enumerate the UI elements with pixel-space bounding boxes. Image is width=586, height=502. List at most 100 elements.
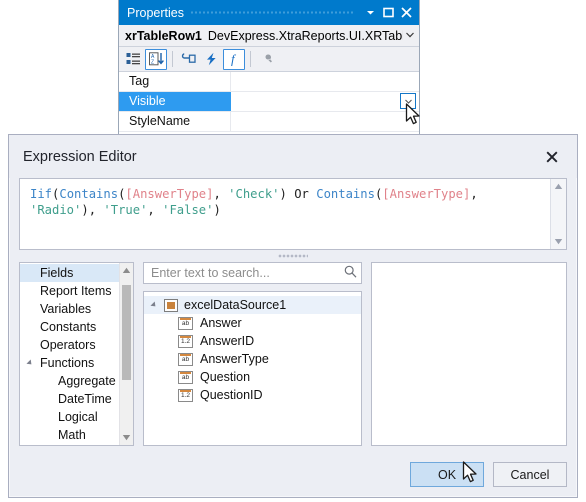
category-item-fields[interactable]: Fields: [20, 264, 119, 282]
expression-token: ,: [147, 203, 163, 217]
expression-scrollbar[interactable]: [550, 179, 566, 249]
editor-panels: Fields Report Items Variables Constants Oper…: [19, 262, 567, 446]
expression-token: Iif: [30, 187, 53, 201]
expression-token: 'False': [162, 203, 214, 217]
toolbar-separator-1: [172, 51, 173, 67]
expression-text[interactable]: Iif(Contains([AnswerType], 'Check') Or C…: [30, 186, 544, 218]
property-value[interactable]: [231, 92, 419, 111]
dialog-titlebar: Expression Editor: [9, 135, 577, 178]
number-field-icon: 1.2: [178, 388, 193, 402]
expression-token: 'True': [103, 203, 148, 217]
category-item-constants[interactable]: Constants: [20, 318, 119, 336]
datasource-icon: [164, 298, 178, 312]
expression-token: ,: [213, 187, 229, 201]
category-item-math[interactable]: Math: [20, 426, 119, 444]
tree-field-label: AnswerID: [200, 334, 255, 348]
tree-field-label: AnswerType: [200, 352, 269, 366]
scroll-down-arrow-icon[interactable]: [551, 234, 566, 249]
search-icon[interactable]: [344, 265, 357, 281]
category-item-datetime[interactable]: DateTime: [20, 390, 119, 408]
string-field-icon: ab: [178, 316, 193, 330]
categories-scroll-down-arrow-icon[interactable]: [120, 430, 133, 445]
category-label: Constants: [40, 320, 97, 334]
property-name: StyleName: [119, 112, 231, 131]
panel-dropdown-icon[interactable]: [361, 3, 379, 23]
ok-button[interactable]: OK: [410, 462, 484, 487]
toolbar-separator-2: [250, 51, 251, 67]
category-item-report-items[interactable]: Report Items: [20, 282, 119, 300]
cancel-button[interactable]: Cancel: [493, 462, 567, 487]
close-icon[interactable]: [541, 146, 563, 168]
categories-list: Fields Report Items Variables Constants Oper…: [20, 263, 119, 445]
expression-token: Contains: [316, 187, 375, 201]
fields-panel: excelDataSource1 ab Answer 1.2 AnswerID ab An…: [143, 262, 362, 446]
tree-field-questionid[interactable]: 1.2 QuestionID: [144, 386, 361, 404]
tree-expander-icon[interactable]: [150, 299, 162, 311]
category-item-functions[interactable]: Functions: [20, 354, 119, 372]
tree-field-answerid[interactable]: 1.2 AnswerID: [144, 332, 361, 350]
property-value[interactable]: [231, 112, 419, 131]
string-field-icon: ab: [178, 370, 193, 384]
category-label: DateTime: [58, 392, 112, 406]
tree-field-label: QuestionID: [200, 388, 263, 402]
number-field-icon: 1.2: [178, 334, 193, 348]
properties-object-selector[interactable]: xrTableRow1 DevExpress.XtraReports.UI.XR…: [119, 25, 419, 47]
search-box[interactable]: [143, 262, 362, 284]
search-input[interactable]: [151, 266, 344, 280]
tree-node-datasource[interactable]: excelDataSource1: [144, 296, 361, 314]
category-label: Math: [58, 428, 86, 442]
splitter-grip: [278, 254, 308, 258]
expression-token: Or: [294, 187, 309, 201]
properties-icon[interactable]: [177, 49, 199, 70]
property-row-tag[interactable]: Tag: [119, 72, 419, 92]
category-item-aggregate[interactable]: Aggregate: [20, 372, 119, 390]
expression-text-area[interactable]: Iif(Contains([AnswerType], 'Check') Or C…: [19, 178, 567, 250]
fields-tree-panel: excelDataSource1 ab Answer 1.2 AnswerID ab An…: [143, 291, 362, 446]
property-row-stylename[interactable]: StyleName: [119, 112, 419, 132]
scroll-up-arrow-icon[interactable]: [551, 179, 566, 194]
categorized-icon[interactable]: [122, 49, 144, 70]
category-label: Fields: [40, 266, 74, 280]
category-label: Operators: [40, 338, 96, 352]
expression-token: ): [213, 203, 221, 217]
tree-field-list: ab Answer 1.2 AnswerID ab AnswerType ab Questio…: [144, 314, 361, 404]
category-label: Variables: [40, 302, 92, 316]
tree-field-label: Question: [200, 370, 251, 384]
property-expression-dropdown-button[interactable]: [400, 93, 416, 109]
property-pages-icon[interactable]: [255, 49, 277, 70]
category-expander-icon[interactable]: [26, 359, 34, 367]
category-item-variables[interactable]: Variables: [20, 300, 119, 318]
panel-close-icon[interactable]: [397, 3, 415, 23]
category-item-logical[interactable]: Logical: [20, 408, 119, 426]
alphabetical-sort-icon[interactable]: A Z: [145, 48, 167, 70]
object-selector-chevron-down-icon[interactable]: [403, 31, 417, 40]
dialog-footer: OK Cancel: [401, 462, 567, 487]
string-field-icon: ab: [178, 352, 193, 366]
panel-maximize-icon[interactable]: [379, 3, 397, 23]
categories-scrollbar[interactable]: [119, 263, 133, 445]
expressions-icon[interactable]: f: [223, 48, 245, 70]
categories-scroll-up-arrow-icon[interactable]: [120, 263, 133, 278]
category-label: Functions: [40, 356, 95, 370]
panel-splitter[interactable]: [19, 250, 567, 262]
tree-field-question[interactable]: ab Question: [144, 368, 361, 386]
properties-grid: Tag Visible StyleName: [119, 72, 419, 135]
expression-token: [AnswerType]: [382, 187, 471, 201]
events-icon[interactable]: [200, 49, 222, 70]
category-label: Report Items: [40, 284, 112, 298]
categories-scroll-thumb[interactable]: [122, 285, 131, 380]
property-value[interactable]: [231, 72, 419, 91]
category-item-operators[interactable]: Operators: [20, 336, 119, 354]
titlebar-drag-dots: [190, 0, 355, 25]
tree-field-answer[interactable]: ab Answer: [144, 314, 361, 332]
properties-panel: Properties xrTableRow1 DevExpress.XtraRe…: [118, 0, 420, 137]
category-label: Logical: [58, 410, 98, 424]
tree-field-answertype[interactable]: ab AnswerType: [144, 350, 361, 368]
expression-token: ): [279, 187, 295, 201]
properties-title: Properties: [127, 5, 184, 20]
property-row-visible[interactable]: Visible: [119, 92, 419, 112]
expression-token: ),: [81, 203, 104, 217]
tree-field-label: Answer: [200, 316, 242, 330]
selected-object-type: DevExpress.XtraReports.UI.XRTableRo: [207, 28, 403, 43]
svg-text:Z: Z: [151, 59, 154, 65]
